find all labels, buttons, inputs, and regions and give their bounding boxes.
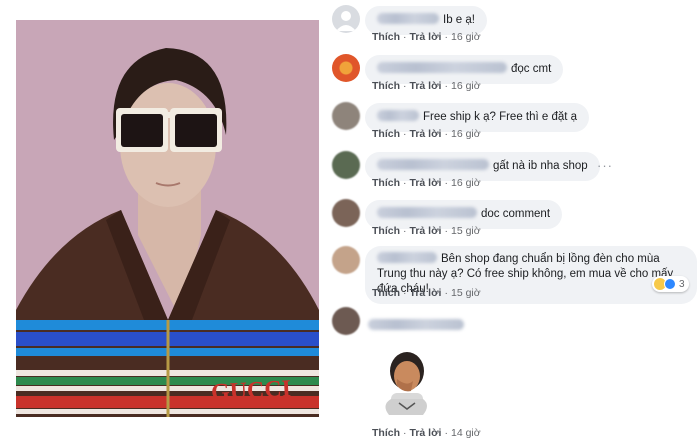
blurred-username <box>377 252 437 263</box>
comment-actions: Thích · Trả lời · 16 giờ <box>372 80 481 92</box>
reply-link[interactable]: Trả lời <box>410 31 442 43</box>
comment-time[interactable]: 15 giờ <box>451 225 481 237</box>
separator: · <box>444 177 448 189</box>
comment-text: doc comment <box>481 208 551 220</box>
like-link[interactable]: Thích <box>372 128 400 140</box>
blurred-username <box>377 62 507 73</box>
comment-actions: Thích · Trả lời · 16 giờ <box>372 31 481 43</box>
comment-text: gất nà ib nha shop <box>493 160 588 172</box>
photo-illustration: GUCCI <box>16 20 319 417</box>
separator: · <box>403 287 407 299</box>
comment-text: Free ship k ạ? Free thì e đặt ạ <box>423 111 578 123</box>
blurred-username <box>377 110 419 121</box>
user-avatar[interactable] <box>332 246 360 274</box>
comment-time[interactable]: 16 giờ <box>451 80 481 92</box>
blurred-username <box>377 207 477 218</box>
like-link[interactable]: Thích <box>372 31 400 43</box>
user-avatar[interactable] <box>332 151 360 179</box>
comment-actions: Thích · Trả lời · 15 giờ <box>372 287 481 299</box>
photo-logo-text: GUCCI <box>210 376 291 406</box>
default-avatar-icon <box>336 11 356 31</box>
comment-options-icon[interactable]: ··· <box>597 158 613 173</box>
reaction-summary[interactable]: 3 <box>652 276 689 292</box>
comment-time[interactable]: 16 giờ <box>451 128 481 140</box>
separator: · <box>444 427 448 439</box>
user-avatar[interactable] <box>332 54 360 82</box>
reply-link[interactable]: Trả lời <box>410 427 442 439</box>
like-link[interactable]: Thích <box>372 287 400 299</box>
comment-actions: Thích · Trả lời · 14 giờ <box>372 427 481 439</box>
separator: · <box>403 427 407 439</box>
post-photo[interactable]: GUCCI <box>16 20 319 417</box>
like-reaction-icon <box>664 278 676 290</box>
comment-list: Ib e ạ! Thích · Trả lời · 16 giờ đọc cmt Thí… <box>332 0 700 439</box>
like-link[interactable]: Thích <box>372 177 400 189</box>
comment-text: đọc cmt <box>511 63 552 75</box>
comment-time[interactable]: 16 giờ <box>451 31 481 43</box>
comment-actions: Thích · Trả lời · 16 giờ <box>372 177 481 189</box>
separator: · <box>444 225 448 237</box>
comment-time[interactable]: 15 giờ <box>451 287 481 299</box>
user-avatar[interactable] <box>332 102 360 130</box>
reply-link[interactable]: Trả lời <box>410 80 442 92</box>
separator: · <box>403 225 407 237</box>
user-avatar[interactable] <box>332 307 360 335</box>
reply-link[interactable]: Trả lời <box>410 177 442 189</box>
separator: · <box>403 80 407 92</box>
separator: · <box>403 31 407 43</box>
comment-text: Ib e ạ! <box>443 14 475 26</box>
blurred-username <box>368 316 468 334</box>
comment-time[interactable]: 14 giờ <box>451 427 481 439</box>
comment-time[interactable]: 16 giờ <box>451 177 481 189</box>
user-avatar[interactable] <box>332 5 360 33</box>
user-avatar[interactable] <box>332 199 360 227</box>
separator: · <box>444 128 448 140</box>
separator: · <box>403 128 407 140</box>
separator: · <box>444 287 448 299</box>
like-link[interactable]: Thích <box>372 427 400 439</box>
comment-actions: Thích · Trả lời · 16 giờ <box>372 128 481 140</box>
separator: · <box>444 80 448 92</box>
blurred-username <box>377 159 489 170</box>
avatar-sticker[interactable] <box>377 345 437 423</box>
reply-link[interactable]: Trả lời <box>410 225 442 237</box>
separator: · <box>403 177 407 189</box>
comment-actions: Thích · Trả lời · 15 giờ <box>372 225 481 237</box>
like-link[interactable]: Thích <box>372 80 400 92</box>
blurred-username <box>377 13 439 24</box>
reply-link[interactable]: Trả lời <box>410 128 442 140</box>
reply-link[interactable]: Trả lời <box>410 287 442 299</box>
separator: · <box>444 31 448 43</box>
sticker-illustration <box>385 352 427 415</box>
reaction-count: 3 <box>679 278 685 290</box>
like-link[interactable]: Thích <box>372 225 400 237</box>
